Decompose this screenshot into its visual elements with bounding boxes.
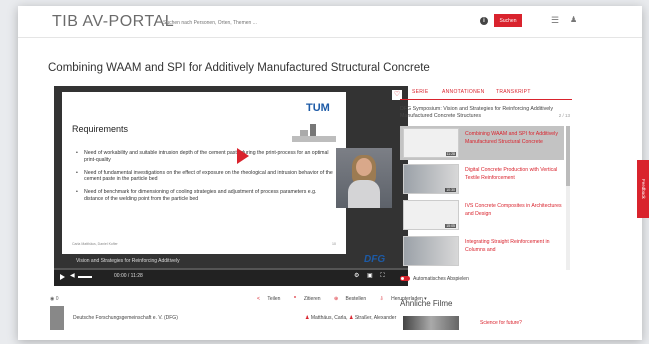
video-player[interactable]: TUM Requirements Need of workability and…	[54, 86, 408, 286]
slide-title: Requirements	[72, 124, 129, 134]
video-title: Combining WAAM and SPI for Additively Ma…	[48, 62, 430, 74]
share-icon: <	[257, 296, 260, 302]
search-input[interactable]	[163, 16, 463, 30]
list-item-title: Integrating Straight Reinforcement in Co…	[465, 239, 550, 253]
person-icon: ♟	[348, 315, 354, 321]
list-item[interactable]: 11:28 Combining WAAM and SPI for Additiv…	[400, 126, 564, 160]
author-link[interactable]: Matthäus, Carla	[311, 315, 346, 321]
cite-label: Zitieren	[303, 296, 321, 302]
slide: TUM Requirements Need of workability and…	[62, 92, 392, 254]
series-scrollbar[interactable]	[566, 126, 570, 270]
volume-slider[interactable]	[78, 276, 92, 278]
quote-icon: ❞	[293, 296, 297, 302]
order-label: Bestellen	[345, 296, 367, 302]
slide-bullet: Need of fundamental investigations on th…	[74, 170, 336, 184]
publisher-name[interactable]: Deutsche Forschungsgemeinschaft e. V. (D…	[73, 315, 178, 321]
slide-bullets: Need of workability and suitable intrusi…	[74, 150, 336, 209]
player-tool-icons[interactable]: ⚙ ▣ ⛶	[354, 272, 388, 280]
similar-title: Ähnliche Filme	[400, 299, 453, 308]
list-item[interactable]: 15:05 IVS Concrete Composites in Archite…	[400, 198, 564, 232]
authors: ♟ Matthäus, Carla, ♟ Straßer, Alexander	[305, 315, 397, 321]
volume-icon[interactable]: ◀	[70, 272, 75, 279]
info-icon[interactable]: i	[480, 17, 488, 25]
speaker-video	[336, 148, 392, 208]
series-title: DFG Symposium: Vision and Strategies for…	[400, 106, 553, 119]
nozzle-figure	[292, 124, 336, 142]
list-item[interactable]: 10:30 Digital Concrete Production with V…	[400, 162, 564, 196]
time-display: 00:00 / 11:28	[114, 273, 143, 279]
feedback-tab[interactable]: Feedback	[637, 160, 649, 218]
video-thumbnail	[403, 236, 459, 266]
publisher-logo	[50, 306, 64, 330]
search-button[interactable]: Suchen	[494, 14, 522, 27]
order-button[interactable]: ⊕ Bestellen	[328, 296, 366, 302]
view-count: ◉ 0	[50, 296, 59, 302]
person-icon: ♟	[305, 315, 310, 321]
list-item-title: Combining WAAM and SPI for Additively Ma…	[465, 131, 558, 145]
similar-item[interactable]: Science for future?	[400, 316, 570, 336]
video-thumbnail: 11:28	[403, 128, 459, 158]
download-icon: ⇩	[379, 296, 384, 302]
view-count-value: 0	[55, 296, 59, 302]
speaker-head	[356, 158, 372, 176]
publisher-row: Deutsche Forschungsgemeinschaft e. V. (D…	[50, 306, 408, 330]
similar-item-title: Science for future?	[480, 320, 522, 326]
page: TIB AV-PORTAL i Suchen ☰ ♟ Combining WAA…	[18, 6, 642, 340]
tab-annotationen[interactable]: ANNOTATIONEN	[442, 89, 485, 95]
slide-bullet: Need of workability and suitable intrusi…	[74, 150, 336, 164]
player-controls: ◀ 00:00 / 11:28 ⚙ ▣ ⛶	[54, 268, 408, 286]
sidebar: SERIE ANNOTATIONEN TRANSKRIPT DFG Sympos…	[400, 86, 572, 340]
autoplay-label: Automatisches Abspielen	[413, 276, 469, 282]
control-play-icon[interactable]	[60, 274, 65, 280]
duration: 10:30	[445, 188, 456, 192]
autoplay-toggle[interactable]	[400, 276, 410, 282]
sidebar-tabs: SERIE ANNOTATIONEN TRANSKRIPT	[400, 86, 572, 100]
tab-transkript[interactable]: TRANSKRIPT	[496, 89, 531, 95]
tum-logo: TUM	[306, 102, 330, 114]
video-thumbnail: 15:05	[403, 200, 459, 230]
share-label: Teilen	[267, 296, 281, 302]
list-item-title: Digital Concrete Production with Vertica…	[465, 167, 558, 181]
player-caption: Vision and Strategies for Reinforcing Ad…	[76, 258, 180, 264]
progress-bar[interactable]	[54, 268, 408, 270]
speaker-body	[348, 180, 380, 208]
list-item-title: IVS Concrete Composites in Architectures…	[465, 203, 562, 217]
series-list: 11:28 Combining WAAM and SPI for Additiv…	[400, 126, 564, 270]
slide-footer: Carla Matthäus, Daniel Kofler	[72, 242, 118, 246]
dfg-logo: DFG	[364, 254, 386, 265]
tab-serie[interactable]: SERIE	[412, 89, 429, 95]
scroll-thumb[interactable]	[566, 126, 570, 186]
order-icon: ⊕	[333, 296, 339, 302]
duration: 15:05	[445, 224, 456, 228]
video-thumbnail: 10:30	[403, 164, 459, 194]
slide-number: 10	[332, 242, 336, 246]
series-count: 2 / 13	[558, 113, 570, 118]
top-bar: TIB AV-PORTAL i Suchen ☰ ♟	[18, 6, 642, 38]
list-item[interactable]: Integrating Straight Reinforcement in Co…	[400, 234, 564, 268]
menu-icon[interactable]: ☰	[551, 15, 559, 26]
duration: 11:28	[445, 152, 456, 156]
autoplay-row[interactable]: Automatisches Abspielen	[400, 276, 469, 282]
cite-button[interactable]: ❞ Zitieren	[288, 296, 321, 302]
similar-thumbnail	[403, 316, 459, 330]
share-button[interactable]: < Teilen	[251, 296, 280, 302]
play-icon[interactable]	[237, 148, 249, 164]
portal-logo[interactable]: TIB AV-PORTAL	[52, 13, 174, 31]
user-icon[interactable]: ♟	[570, 15, 577, 24]
slide-bullet: Need of benchmark for dimensioning of co…	[74, 189, 336, 203]
author-link[interactable]: Straßer, Alexander	[355, 315, 396, 321]
